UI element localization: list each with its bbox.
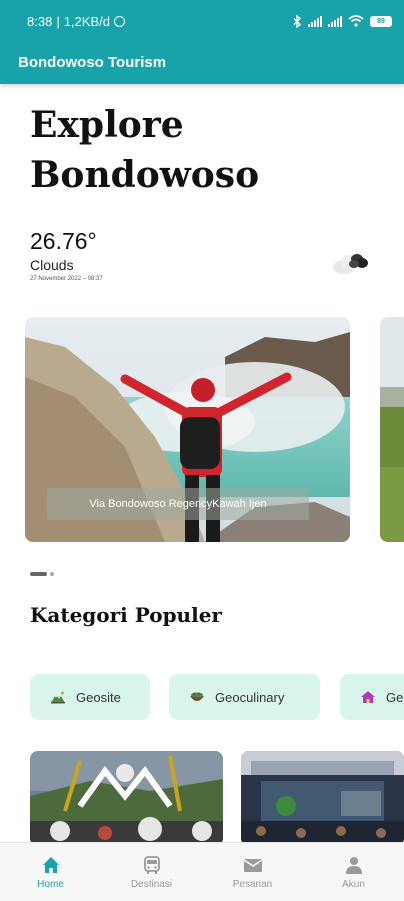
nav-label: Home: [37, 878, 64, 890]
alarm-icon: [113, 15, 125, 27]
house-icon: [361, 691, 375, 703]
chip-label: Geosite: [76, 689, 121, 705]
mountain-icon: [51, 691, 65, 704]
categories-title: Kategori Populer: [30, 603, 222, 627]
status-speed: 1,2KB/d: [63, 13, 110, 29]
status-bar: 8:38 | 1,2KB/d 89: [0, 0, 404, 42]
nav-label: Pesanan: [232, 878, 273, 890]
status-left: 8:38 | 1,2KB/d: [27, 14, 125, 29]
nav-pesanan[interactable]: Pesanan: [202, 843, 303, 901]
bottom-navigation: Home Destinasi Pesanan Akun: [0, 842, 404, 901]
nav-label: Akun: [342, 878, 365, 890]
category-chips[interactable]: Geosite Geoculinary Ge: [30, 674, 404, 722]
carousel-slide-kawah-ijen[interactable]: Via Bondowoso RegencyKawah Ijen: [25, 317, 350, 542]
app-bar: Bondowoso Tourism: [0, 42, 404, 84]
bowl-icon: [190, 692, 204, 701]
bluetooth-icon: [293, 14, 302, 28]
festival-photo: [30, 751, 223, 846]
nav-akun[interactable]: Akun: [303, 843, 404, 901]
nav-destinasi[interactable]: Destinasi: [101, 843, 202, 901]
status-separator: |: [56, 13, 60, 29]
weather-date: 27 November 2022 – 08:37: [30, 276, 103, 282]
status-time: 8:38: [27, 13, 53, 29]
chip-geo-partial[interactable]: Ge: [340, 674, 404, 720]
indicator-active: [30, 572, 47, 576]
home-icon: [42, 856, 59, 873]
carousel-indicator: [30, 572, 54, 576]
carousel-slide-next[interactable]: [380, 317, 404, 542]
chip-label: Ge: [386, 689, 404, 705]
next-slide-photo: [380, 317, 404, 542]
destination-card[interactable]: [30, 751, 223, 846]
chip-geoculinary[interactable]: Geoculinary: [169, 674, 320, 720]
destination-carousel[interactable]: Via Bondowoso RegencyKawah Ijen: [25, 317, 404, 543]
bus-icon: [143, 855, 160, 874]
event-stage-photo: [241, 751, 404, 846]
signal-1-icon: [308, 15, 322, 27]
chip-label: Geoculinary: [215, 689, 285, 705]
battery-level: 89: [377, 17, 385, 25]
app-title: Bondowoso Tourism: [18, 54, 167, 71]
nav-label: Destinasi: [130, 878, 173, 890]
signal-2-icon: [328, 15, 342, 27]
slide-caption: Via Bondowoso RegencyKawah Ijen: [47, 488, 309, 520]
person-icon: [345, 856, 362, 874]
wifi-icon: [348, 15, 364, 27]
clouds-icon: [333, 254, 368, 274]
battery-icon: 89: [370, 15, 392, 27]
destination-card[interactable]: [241, 751, 404, 846]
indicator-dot: [50, 572, 54, 576]
weather-condition: Clouds: [30, 257, 74, 273]
destination-cards[interactable]: [30, 751, 404, 846]
chip-geosite[interactable]: Geosite: [30, 674, 150, 720]
hero-title: Explore Bondowoso: [30, 104, 260, 196]
mail-icon: [243, 858, 262, 872]
nav-home[interactable]: Home: [0, 843, 101, 901]
weather-temperature: 26.76°: [30, 228, 97, 254]
status-right: 89: [293, 14, 392, 28]
